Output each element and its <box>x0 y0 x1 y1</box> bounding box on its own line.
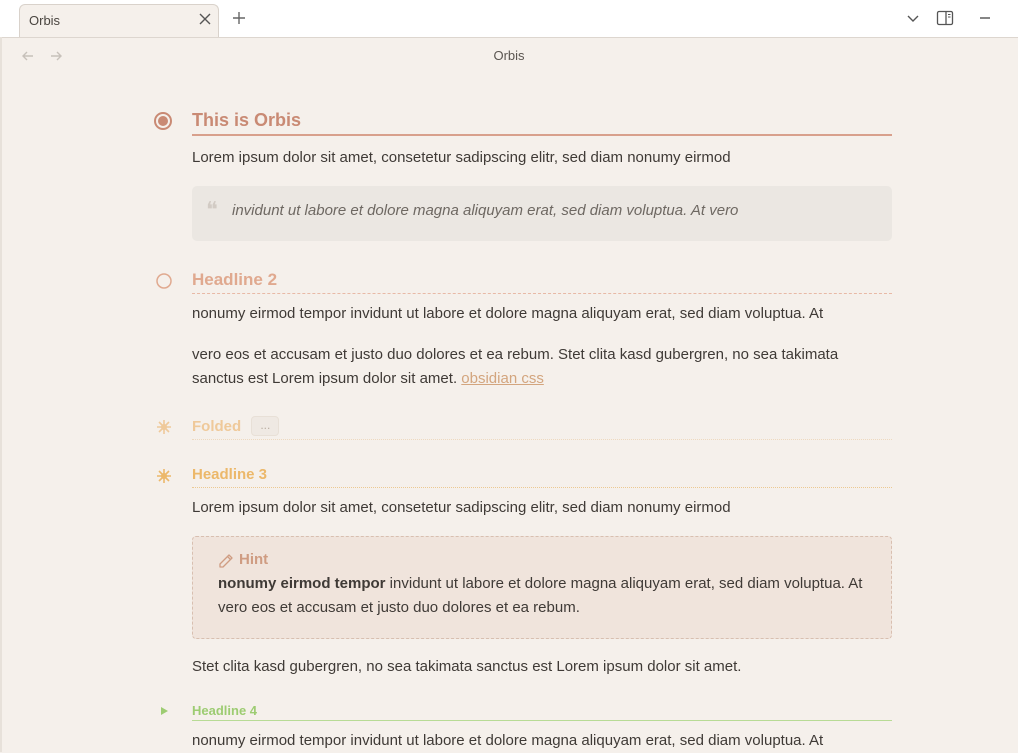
hint-bold-text: nonumy eirmod tempor <box>218 575 386 592</box>
hint-callout: Hint nonumy eirmod tempor invidunt ut la… <box>192 536 892 639</box>
heading-3: Headline 3 <box>192 466 892 488</box>
plus-icon[interactable] <box>230 9 248 27</box>
paragraph: Lorem ipsum dolor sit amet, consetetur s… <box>192 149 731 166</box>
quote-text: invidunt ut labore et dolore magna aliqu… <box>232 202 739 219</box>
fold-indicator[interactable]: ... <box>251 416 280 436</box>
star-burst-icon[interactable] <box>156 419 172 435</box>
paragraph: nonumy eirmod tempor invidunt ut labore … <box>192 305 824 322</box>
obsidian-css-link[interactable]: obsidian css <box>461 370 544 387</box>
heading-1: This is Orbis <box>192 110 892 136</box>
hint-title: Hint <box>239 551 269 568</box>
window-edge <box>0 37 2 752</box>
heading-folded-label: Folded <box>192 418 242 435</box>
hint-body: nonumy eirmod tempor invidunt ut labore … <box>218 572 868 620</box>
paragraph-with-link: vero eos et accusam et justo duo dolores… <box>192 343 892 391</box>
tab-title: Orbis <box>29 13 61 28</box>
paragraph-line: vero eos et accusam et justo duo dolores… <box>192 346 839 363</box>
paragraph: Stet clita kasd gubergren, no sea takima… <box>192 658 742 675</box>
quote-icon: ❝ <box>206 198 218 223</box>
paragraph-line: sanctus est Lorem ipsum dolor sit amet. <box>192 370 458 387</box>
paragraph: nonumy eirmod tempor invidunt ut labore … <box>192 732 824 749</box>
heading-4: Headline 4 <box>192 703 892 721</box>
tab-bar: Orbis <box>0 0 1018 38</box>
heading-folded: Folded ... <box>192 416 892 440</box>
view-title: Orbis <box>493 48 525 63</box>
minimize-icon[interactable] <box>976 9 994 27</box>
h2-bullet-icon <box>156 273 172 289</box>
h1-bullet-icon <box>154 112 172 130</box>
pencil-icon <box>219 554 233 568</box>
close-icon[interactable] <box>197 11 213 27</box>
tab-orbis[interactable]: Orbis <box>19 4 219 37</box>
sidebar-toggle-icon[interactable] <box>936 9 954 27</box>
chevron-down-icon[interactable] <box>904 9 922 27</box>
triangle-right-icon[interactable] <box>159 706 169 716</box>
blockquote: ❝ invidunt ut labore et dolore magna ali… <box>192 186 892 241</box>
heading-2: Headline 2 <box>192 270 892 294</box>
star-burst-icon <box>157 469 171 483</box>
paragraph: Lorem ipsum dolor sit amet, consetetur s… <box>192 499 731 516</box>
